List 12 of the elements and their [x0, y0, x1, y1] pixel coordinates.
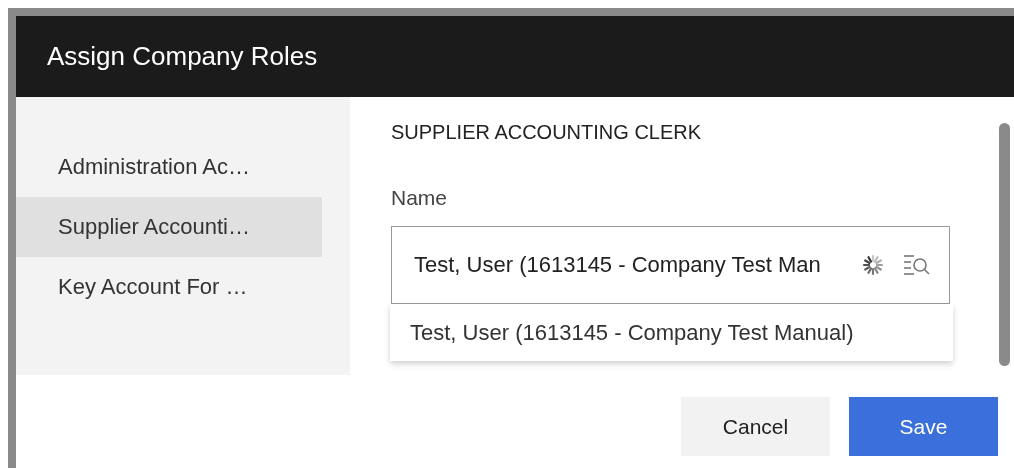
- sidebar-item[interactable]: Supplier Accounti…: [16, 197, 322, 257]
- save-button[interactable]: Save: [849, 397, 998, 456]
- role-title: SUPPLIER ACCOUNTING CLERK: [391, 121, 702, 144]
- cancel-button[interactable]: Cancel: [681, 397, 830, 456]
- name-field[interactable]: Test, User (1613145 - Company Test Man: [391, 226, 950, 304]
- search-icon[interactable]: [903, 252, 931, 278]
- scrollbar[interactable]: [999, 123, 1010, 366]
- sidebar-item[interactable]: Administration Ac…: [16, 137, 322, 197]
- sidebar-item[interactable]: Key Account For …: [16, 257, 322, 317]
- window-title: Assign Company Roles: [47, 41, 318, 72]
- field-label: Name: [391, 186, 448, 210]
- suggestion-item[interactable]: Test, User (1613145 - Company Test Manual): [390, 304, 953, 361]
